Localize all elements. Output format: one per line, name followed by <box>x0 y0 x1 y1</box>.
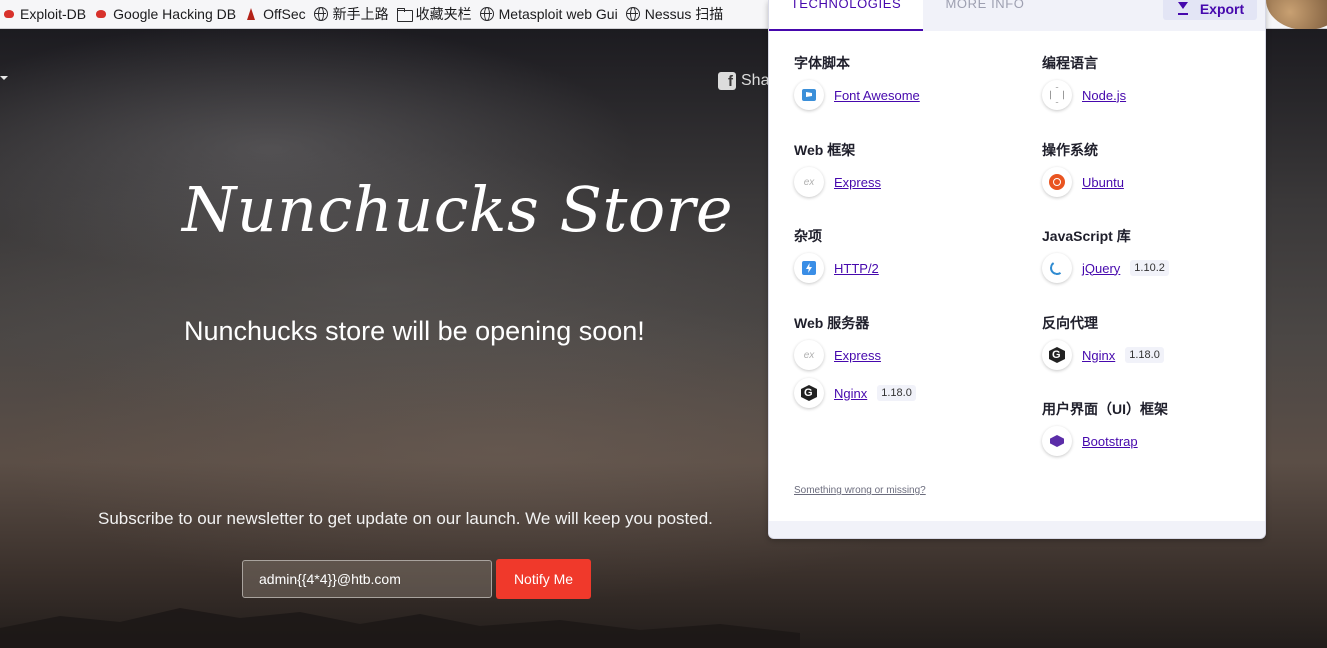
bookmark-label: Exploit-DB <box>20 6 87 22</box>
tech-link[interactable]: jQuery <box>1082 261 1120 276</box>
bookmark-label: 新手上路 <box>332 6 389 22</box>
wappalyzer-popup: TECHNOLOGIES MORE INFO Export 字体脚本 Font … <box>768 0 1266 539</box>
category-title: Web 框架 <box>794 142 856 158</box>
tech-item[interactable]: HTTP/2 <box>794 253 879 283</box>
store-title: Nunchucks Store <box>182 173 734 246</box>
bookmark-label: Google Hacking DB <box>113 6 237 22</box>
share-label: Sha <box>741 72 770 89</box>
dropdown-caret-icon[interactable] <box>0 76 8 80</box>
feedback-link[interactable]: Something wrong or missing? <box>794 485 926 496</box>
tech-item[interactable]: jQuery 1.10.2 <box>1042 253 1169 283</box>
category-title: 字体脚本 <box>794 55 850 71</box>
ghdb-icon <box>94 7 108 21</box>
tech-link[interactable]: Nginx <box>834 386 867 401</box>
category-title: Web 服务器 <box>794 315 870 331</box>
popup-tabs: TECHNOLOGIES MORE INFO Export <box>769 0 1265 31</box>
bookmark-newbie[interactable]: 新手上路 <box>312 0 395 28</box>
category-title: 反向代理 <box>1042 315 1098 331</box>
bookmark-google-hacking-db[interactable]: Google Hacking DB <box>92 0 242 28</box>
nginx-icon <box>1042 340 1072 370</box>
download-icon <box>1176 2 1190 16</box>
tech-link[interactable]: Nginx <box>1082 348 1115 363</box>
version-badge: 1.18.0 <box>1125 347 1164 363</box>
folder-icon <box>396 7 413 22</box>
tech-item[interactable]: Nginx 1.18.0 <box>794 378 916 408</box>
category-title: JavaScript 库 <box>1042 228 1131 244</box>
category-title: 杂项 <box>794 228 822 244</box>
export-label: Export <box>1199 1 1245 17</box>
ubuntu-icon <box>1042 167 1072 197</box>
bookmark-nessus[interactable]: Nessus 扫描 <box>624 0 730 28</box>
tech-link[interactable]: Bootstrap <box>1082 434 1138 449</box>
tech-item[interactable]: Ubuntu <box>1042 167 1124 197</box>
bookmark-exploit-db[interactable]: Exploit-DB <box>0 0 92 28</box>
bookmark-label: Metasploit web Gui <box>498 6 618 22</box>
nodejs-icon <box>1042 80 1072 110</box>
category-title: 操作系统 <box>1042 142 1098 158</box>
tech-link[interactable]: Express <box>834 175 881 190</box>
version-badge: 1.18.0 <box>877 385 916 401</box>
bookmark-label: Nessus 扫描 <box>644 6 724 22</box>
opening-message: Nunchucks store will be opening soon! <box>184 316 645 346</box>
tech-link[interactable]: Node.js <box>1082 88 1126 103</box>
bootstrap-icon <box>1042 426 1072 456</box>
tech-item[interactable]: Node.js <box>1042 80 1126 110</box>
tech-item[interactable]: ex Express <box>794 167 881 197</box>
bookmark-metasploit[interactable]: Metasploit web Gui <box>478 0 624 28</box>
tech-item[interactable]: ex Express <box>794 340 881 370</box>
globe-icon <box>625 7 640 21</box>
category-title: 用户界面（UI）框架 <box>1042 401 1168 417</box>
express-icon: ex <box>794 167 824 197</box>
category-title: 编程语言 <box>1042 55 1098 71</box>
share-facebook[interactable]: f Sha <box>718 72 769 90</box>
jquery-icon <box>1042 253 1072 283</box>
email-input[interactable] <box>242 560 492 598</box>
tech-link[interactable]: HTTP/2 <box>834 261 879 276</box>
profile-avatar[interactable] <box>1266 0 1327 29</box>
tech-item[interactable]: Font Awesome <box>794 80 920 110</box>
notify-me-button[interactable]: Notify Me <box>496 559 591 599</box>
tech-item[interactable]: Bootstrap <box>1042 426 1138 456</box>
http2-icon <box>794 253 824 283</box>
bookmark-favorites-folder[interactable]: 收藏夹栏 <box>395 0 478 28</box>
exploit-db-icon <box>2 7 16 21</box>
tab-more-info[interactable]: MORE INFO <box>923 0 1047 31</box>
offsec-icon <box>244 7 258 21</box>
globe-icon <box>313 7 328 21</box>
globe-icon <box>479 7 494 21</box>
export-button[interactable]: Export <box>1163 0 1257 20</box>
bookmark-label: 收藏夹栏 <box>415 6 472 22</box>
bookmark-offsec[interactable]: OffSec <box>242 0 312 28</box>
bookmark-label: OffSec <box>263 6 306 22</box>
tech-link[interactable]: Font Awesome <box>834 88 920 103</box>
tech-link[interactable]: Express <box>834 348 881 363</box>
popup-footer <box>769 521 1265 538</box>
tab-technologies[interactable]: TECHNOLOGIES <box>769 0 923 31</box>
font-awesome-icon <box>794 80 824 110</box>
version-badge: 1.10.2 <box>1130 260 1169 276</box>
subscribe-text: Subscribe to our newsletter to get updat… <box>98 509 713 528</box>
tech-link[interactable]: Ubuntu <box>1082 175 1124 190</box>
facebook-icon: f <box>718 72 736 90</box>
express-icon: ex <box>794 340 824 370</box>
tech-item[interactable]: Nginx 1.18.0 <box>1042 340 1164 370</box>
nginx-icon <box>794 378 824 408</box>
